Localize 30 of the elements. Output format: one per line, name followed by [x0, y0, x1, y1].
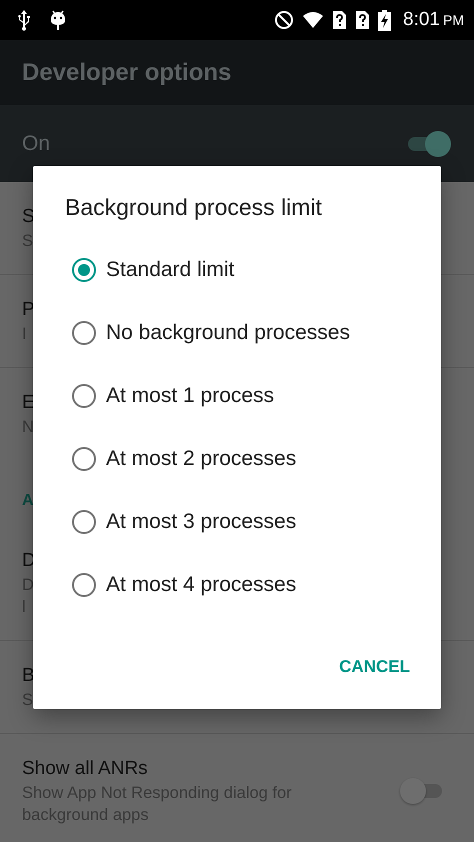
option-label[interactable]: At most 1 process: [106, 384, 274, 408]
radio-button[interactable]: [72, 320, 96, 344]
do-not-disturb-icon: [274, 10, 294, 30]
cancel-button[interactable]: CANCEL: [330, 649, 419, 685]
wifi-icon: [302, 11, 324, 29]
radio-button[interactable]: [72, 446, 96, 470]
radio-button[interactable]: [72, 572, 96, 596]
sim-card-icon: [332, 10, 348, 30]
option-label[interactable]: No background processes: [106, 320, 350, 344]
setting-title: Show all ANRs: [22, 757, 148, 781]
dialog-title: Background process limit: [64, 194, 323, 222]
screen-title: Developer options: [22, 58, 232, 86]
setting-title: P: [22, 298, 35, 322]
radio-button[interactable]: [72, 258, 96, 282]
battery-charging-icon: [378, 10, 392, 30]
sim-card-icon: [355, 10, 370, 30]
option-label[interactable]: At most 4 processes: [106, 572, 296, 596]
option-label[interactable]: At most 2 processes: [106, 446, 296, 470]
option-label[interactable]: Standard limit: [106, 258, 234, 282]
android-icon: [49, 9, 67, 31]
switch-label: On: [22, 132, 50, 156]
option-label[interactable]: At most 3 processes: [106, 510, 296, 534]
radio-button[interactable]: [72, 384, 96, 408]
radio-button[interactable]: [72, 510, 96, 534]
setting-title: E: [22, 391, 35, 415]
setting-title: S: [22, 205, 35, 229]
category-header: A: [22, 492, 34, 510]
setting-title: B: [22, 664, 35, 688]
clock: 8:01 PM: [403, 9, 464, 31]
usb-icon: [17, 9, 31, 31]
